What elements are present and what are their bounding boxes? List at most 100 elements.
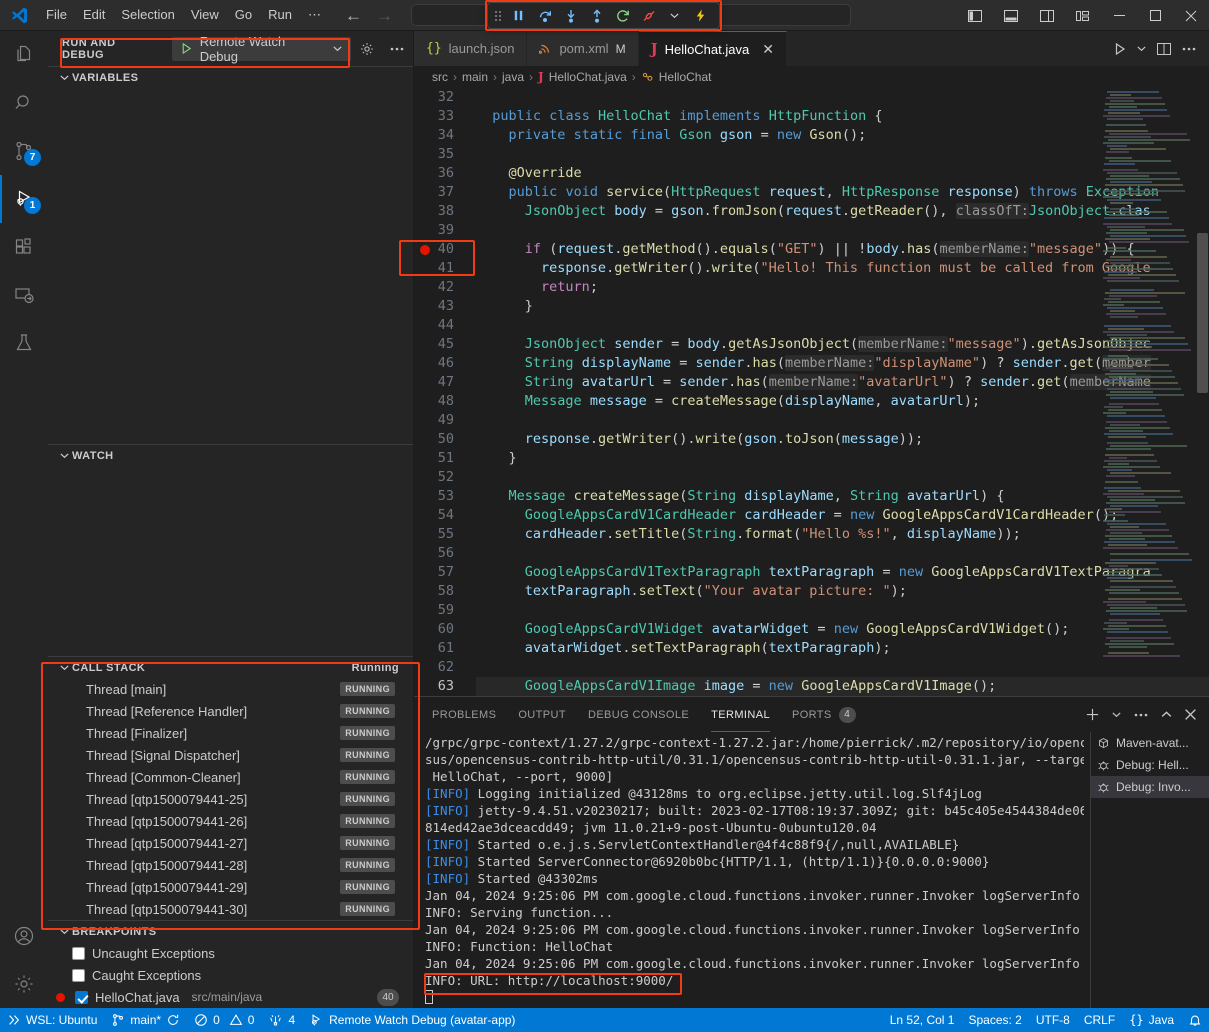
sidebar-item-testing[interactable] [0,319,48,367]
toggle-secondary-sidebar-icon[interactable] [1029,0,1065,31]
section-variables[interactable]: VARIABLES [48,66,413,88]
breakpoint-row[interactable]: Caught Exceptions [48,964,413,986]
split-editor-icon[interactable] [1156,41,1172,57]
breadcrumb-src[interactable]: src [432,70,448,84]
call-stack-thread-row[interactable]: Thread [main]RUNNING [48,678,413,700]
arrow-left-icon[interactable]: ← [345,7,362,24]
line-number[interactable]: 35 [414,145,476,164]
sync-icon[interactable] [166,1013,180,1027]
debug-toolbar[interactable] [487,2,720,29]
line-number[interactable]: 54 [414,506,476,525]
line-number[interactable]: 37 [414,183,476,202]
line-number[interactable]: 32 [414,88,476,107]
terminal-list-item[interactable]: Debug: Invo... [1091,776,1209,798]
minimize-button[interactable] [1101,0,1137,31]
call-stack-thread-row[interactable]: Thread [qtp1500079441-26]RUNNING [48,810,413,832]
line-number[interactable]: 38 [414,202,476,221]
line-number[interactable]: 62 [414,658,476,677]
breakpoint-row[interactable]: Uncaught Exceptions [48,942,413,964]
sidebar-item-explorer[interactable] [0,31,48,79]
breadcrumb-main[interactable]: main [462,70,488,84]
editor-scrollbar[interactable] [1197,233,1208,393]
plus-icon[interactable] [1085,707,1100,722]
breakpoint-checkbox[interactable] [72,969,85,982]
sidebar-item-search[interactable] [0,79,48,127]
line-number[interactable]: 60 [414,620,476,639]
tab-pom-xml[interactable]: pom.xml M [527,31,638,66]
gear-icon[interactable] [0,960,48,1008]
status-language-mode[interactable]: {} Java [1122,1008,1181,1032]
sidebar-item-run-and-debug[interactable]: 1 [0,175,48,223]
toggle-primary-sidebar-icon[interactable] [957,0,993,31]
chevron-down-icon[interactable] [332,43,343,54]
line-number[interactable]: 42 [414,278,476,297]
close-button[interactable] [1173,0,1209,31]
line-number[interactable]: 43 [414,297,476,316]
editor-breakpoint-dot-icon[interactable] [420,245,430,255]
status-cursor-position[interactable]: Ln 52, Col 1 [883,1008,962,1032]
status-branch-indicator[interactable]: main* [104,1008,187,1032]
call-stack-thread-row[interactable]: Thread [Signal Dispatcher]RUNNING [48,744,413,766]
disconnect-icon[interactable] [636,4,661,27]
line-number[interactable]: 59 [414,601,476,620]
tab-output[interactable]: OUTPUT [518,697,566,732]
terminal-list-item[interactable]: Maven-avat... [1091,732,1209,754]
status-problems-indicator[interactable]: 0 0 [187,1008,261,1032]
section-breakpoints[interactable]: BREAKPOINTS [48,920,413,942]
chevron-down-icon[interactable] [662,4,687,27]
call-stack-thread-row[interactable]: Thread [Finalizer]RUNNING [48,722,413,744]
sidebar-item-extensions[interactable] [0,223,48,271]
line-number[interactable]: 56 [414,544,476,563]
step-into-icon[interactable] [558,4,583,27]
menu-more[interactable]: ⋯ [300,3,329,27]
line-number[interactable]: 39 [414,221,476,240]
restart-icon[interactable] [610,4,635,27]
status-remote-indicator[interactable]: WSL: Ubuntu [0,1008,104,1032]
editor-minimap[interactable] [1100,88,1195,696]
section-call-stack[interactable]: CALL STACK Running [48,656,413,678]
breakpoint-checkbox[interactable] [75,991,88,1004]
launch-configuration-selector[interactable]: Remote Watch Debug [172,37,351,61]
ellipsis-icon[interactable] [389,41,405,57]
status-notifications[interactable] [1181,1008,1209,1032]
arrow-right-icon[interactable]: → [376,7,393,24]
menu-selection[interactable]: Selection [113,3,182,27]
menu-run[interactable]: Run [260,3,300,27]
line-number[interactable]: 46 [414,354,476,373]
terminal-output[interactable]: /grpc/grpc-context/1.27.2/grpc-context-1… [414,732,1084,1009]
toggle-panel-icon[interactable] [993,0,1029,31]
breadcrumb-java[interactable]: java [502,70,524,84]
line-number[interactable]: 45 [414,335,476,354]
call-stack-thread-row[interactable]: Thread [qtp1500079441-28]RUNNING [48,854,413,876]
line-number[interactable]: 52 [414,468,476,487]
line-number[interactable]: 63 [414,677,476,696]
section-watch[interactable]: WATCH [48,444,413,466]
tab-launch-json[interactable]: {} launch.json [414,31,527,66]
accounts-icon[interactable] [0,912,48,960]
breakpoint-checkbox[interactable] [72,947,85,960]
line-number[interactable]: 34 [414,126,476,145]
gear-icon[interactable] [359,41,375,57]
customize-layout-icon[interactable] [1065,0,1101,31]
breadcrumb-file[interactable]: HelloChat.java [549,70,627,84]
tab-terminal[interactable]: TERMINAL [711,697,770,732]
play-icon[interactable] [180,42,193,55]
menu-view[interactable]: View [183,3,227,27]
line-number[interactable]: 49 [414,411,476,430]
menu-go[interactable]: Go [227,3,260,27]
editor-gutter[interactable]: 3233343536373839404142434445464748495051… [414,88,476,696]
line-number[interactable]: 58 [414,582,476,601]
tab-ports[interactable]: PORTS 4 [792,697,856,732]
breakpoint-row[interactable]: HelloChat.javasrc/main/java40 [48,986,413,1008]
close-icon[interactable] [1184,708,1197,721]
line-number[interactable]: 55 [414,525,476,544]
line-number[interactable]: 51 [414,449,476,468]
call-stack-thread-row[interactable]: Thread [qtp1500079441-30]RUNNING [48,898,413,920]
play-icon[interactable] [1113,42,1127,56]
chevron-up-icon[interactable] [1160,708,1173,721]
code-editor[interactable]: 3233343536373839404142434445464748495051… [414,88,1209,696]
pause-icon[interactable] [506,4,531,27]
call-stack-thread-row[interactable]: Thread [qtp1500079441-29]RUNNING [48,876,413,898]
close-icon[interactable]: ✕ [762,42,774,56]
step-over-icon[interactable] [532,4,557,27]
